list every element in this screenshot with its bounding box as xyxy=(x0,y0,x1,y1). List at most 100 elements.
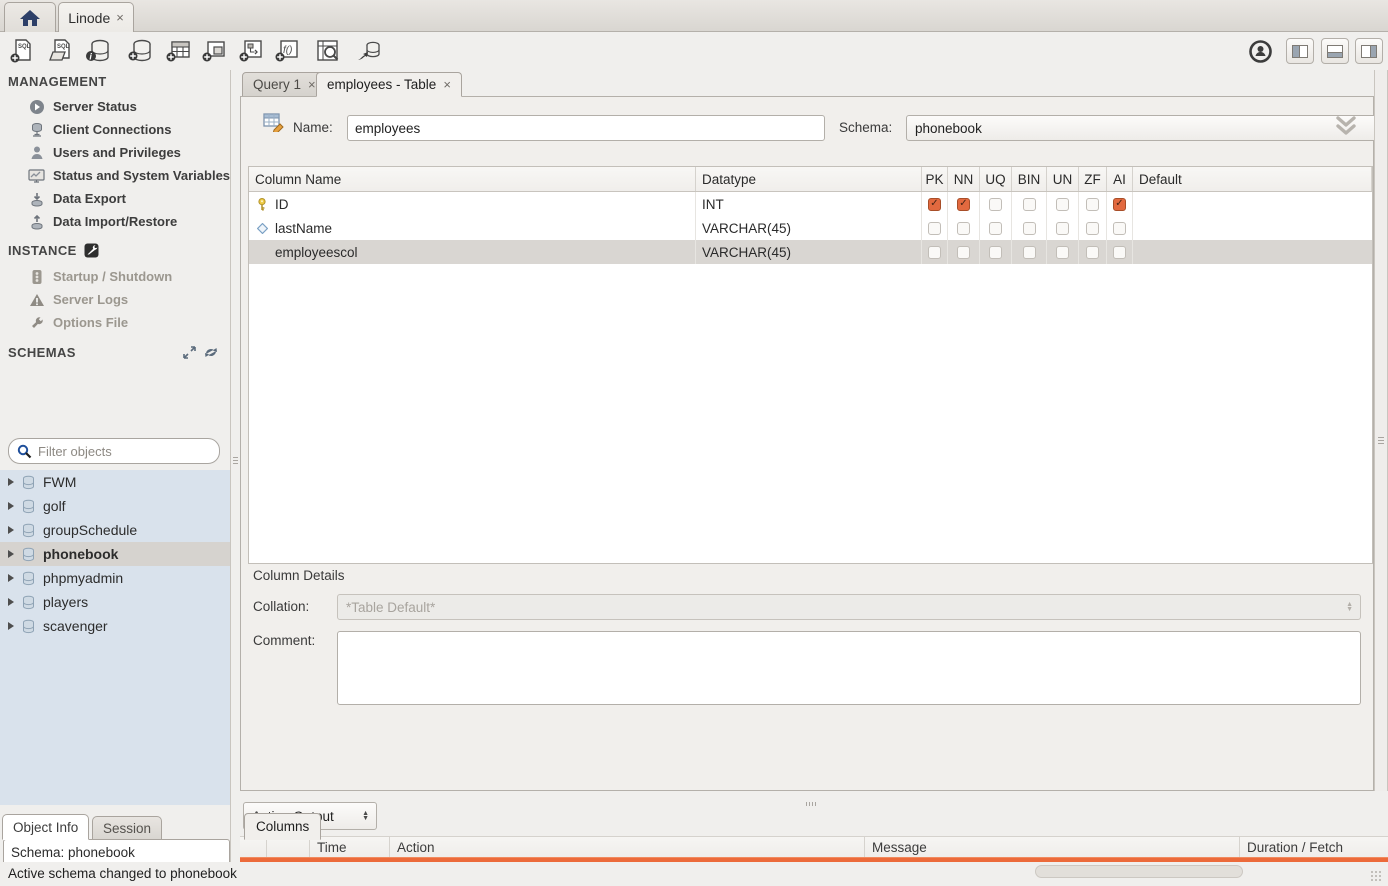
tab-object-info[interactable]: Object Info xyxy=(2,814,89,840)
sidebar-item-server-logs[interactable]: Server Logs xyxy=(28,288,128,311)
checkbox-bin[interactable] xyxy=(1023,222,1036,235)
close-icon[interactable]: × xyxy=(443,77,451,92)
create-table-icon[interactable] xyxy=(164,37,192,65)
schema-filter-input[interactable] xyxy=(38,444,198,459)
expander-icon[interactable] xyxy=(8,478,14,486)
search-table-data-icon[interactable] xyxy=(314,37,342,65)
home-tab[interactable] xyxy=(4,2,56,32)
checkbox-zf[interactable] xyxy=(1086,198,1099,211)
sidebar-item-client-connections[interactable]: Client Connections xyxy=(28,118,171,141)
sidebar-item-options-file[interactable]: Options File xyxy=(28,311,128,334)
checkbox-uq[interactable] xyxy=(989,222,1002,235)
tab-query-1[interactable]: Query 1 × xyxy=(242,72,327,97)
checkbox-pk[interactable] xyxy=(928,198,941,211)
header-uq[interactable]: UQ xyxy=(980,167,1012,191)
sidebar-item-system-variables[interactable]: Status and System Variables xyxy=(28,164,230,187)
toggle-left-panel-button[interactable] xyxy=(1286,38,1314,64)
checkbox-nn[interactable] xyxy=(957,222,970,235)
schema-item-phpmyadmin[interactable]: phpmyadmin xyxy=(0,566,230,590)
user-circle-icon[interactable] xyxy=(1248,39,1273,64)
header-bin[interactable]: BIN xyxy=(1012,167,1047,191)
column-row-lastname[interactable]: lastName VARCHAR(45) xyxy=(249,216,1372,240)
inspect-database-icon[interactable]: i xyxy=(84,37,112,65)
spinner-icon[interactable]: ▲▼ xyxy=(362,811,369,821)
expander-icon[interactable] xyxy=(8,622,14,630)
checkbox-zf[interactable] xyxy=(1086,246,1099,259)
sidebar-item-users-privileges[interactable]: Users and Privileges xyxy=(28,141,181,164)
expander-icon[interactable] xyxy=(8,574,14,582)
right-panel-splitter[interactable] xyxy=(1374,70,1388,791)
comment-textarea[interactable] xyxy=(337,631,1361,705)
new-sql-tab-icon[interactable]: SQL xyxy=(8,37,36,65)
schema-item-phonebook[interactable]: phonebook xyxy=(0,542,230,566)
schema-item-groupschedule[interactable]: groupSchedule xyxy=(0,518,230,542)
expander-icon[interactable] xyxy=(8,550,14,558)
checkbox-nn[interactable] xyxy=(957,198,970,211)
header-message[interactable]: Message xyxy=(865,837,1240,858)
checkbox-pk[interactable] xyxy=(928,246,941,259)
checkbox-ai[interactable] xyxy=(1113,246,1126,259)
checkbox-nn[interactable] xyxy=(957,246,970,259)
checkbox-un[interactable] xyxy=(1056,246,1069,259)
collapse-header-chevron-icon[interactable] xyxy=(1333,113,1359,139)
header-action[interactable]: Action xyxy=(390,837,865,858)
refresh-schemas-icon[interactable] xyxy=(204,346,218,359)
expander-icon[interactable] xyxy=(8,598,14,606)
column-row-employeescol[interactable]: employeescol VARCHAR(45) xyxy=(249,240,1372,264)
tab-session[interactable]: Session xyxy=(92,816,162,840)
checkbox-bin[interactable] xyxy=(1023,246,1036,259)
header-time[interactable]: Time xyxy=(310,837,390,858)
header-blank-2[interactable] xyxy=(267,837,310,858)
schema-item-fwm[interactable]: FWM xyxy=(0,470,230,494)
reconnect-dbms-icon[interactable] xyxy=(355,37,383,65)
window-resize-grip[interactable] xyxy=(1370,870,1382,882)
tab-columns[interactable]: Columns xyxy=(244,813,321,840)
column-row-id[interactable]: ID INT xyxy=(249,192,1372,216)
create-view-icon[interactable] xyxy=(200,37,228,65)
header-datatype[interactable]: Datatype xyxy=(696,167,922,191)
checkbox-ai[interactable] xyxy=(1113,222,1126,235)
checkbox-ai[interactable] xyxy=(1113,198,1126,211)
schema-select[interactable]: phonebook ▲▼ xyxy=(906,115,1388,141)
header-pk[interactable]: PK xyxy=(922,167,948,191)
checkbox-bin[interactable] xyxy=(1023,198,1036,211)
sidebar-item-data-export[interactable]: Data Export xyxy=(28,187,126,210)
header-column-name[interactable]: Column Name xyxy=(249,167,696,191)
sidebar-item-data-import[interactable]: Data Import/Restore xyxy=(28,210,177,233)
schema-item-players[interactable]: players xyxy=(0,590,230,614)
header-ai[interactable]: AI xyxy=(1107,167,1133,191)
schema-item-golf[interactable]: golf xyxy=(0,494,230,518)
checkbox-un[interactable] xyxy=(1056,198,1069,211)
sidebar-item-startup-shutdown[interactable]: Startup / Shutdown xyxy=(28,265,172,288)
horizontal-scrollbar-thumb[interactable] xyxy=(1035,865,1243,878)
expander-icon[interactable] xyxy=(8,502,14,510)
close-icon[interactable]: × xyxy=(116,10,124,25)
expand-schemas-icon[interactable] xyxy=(183,346,196,359)
toggle-right-panel-button[interactable] xyxy=(1355,38,1383,64)
sidebar-splitter[interactable] xyxy=(230,70,240,862)
output-splitter-handle[interactable] xyxy=(805,794,817,809)
header-blank-1[interactable] xyxy=(240,837,267,858)
table-name-input[interactable]: employees xyxy=(347,115,825,141)
header-un[interactable]: UN xyxy=(1047,167,1079,191)
connection-tab-linode[interactable]: Linode × xyxy=(58,2,134,32)
header-default[interactable]: Default xyxy=(1133,167,1372,191)
header-zf[interactable]: ZF xyxy=(1079,167,1107,191)
expander-icon[interactable] xyxy=(8,526,14,534)
close-icon[interactable]: × xyxy=(308,77,316,92)
tab-employees-table[interactable]: employees - Table × xyxy=(316,72,462,97)
checkbox-uq[interactable] xyxy=(989,198,1002,211)
checkbox-uq[interactable] xyxy=(989,246,1002,259)
toggle-bottom-panel-button[interactable] xyxy=(1321,38,1349,64)
checkbox-pk[interactable] xyxy=(928,222,941,235)
create-schema-icon[interactable] xyxy=(126,37,154,65)
checkbox-zf[interactable] xyxy=(1086,222,1099,235)
open-sql-script-icon[interactable]: SQL xyxy=(46,37,74,65)
checkbox-un[interactable] xyxy=(1056,222,1069,235)
create-function-icon[interactable]: f() xyxy=(273,37,301,65)
sidebar-item-server-status[interactable]: Server Status xyxy=(28,95,137,118)
header-duration-fetch[interactable]: Duration / Fetch xyxy=(1240,837,1388,858)
collation-select[interactable]: *Table Default* ▲▼ xyxy=(337,594,1361,620)
schema-item-scavenger[interactable]: scavenger xyxy=(0,614,230,638)
header-nn[interactable]: NN xyxy=(948,167,980,191)
